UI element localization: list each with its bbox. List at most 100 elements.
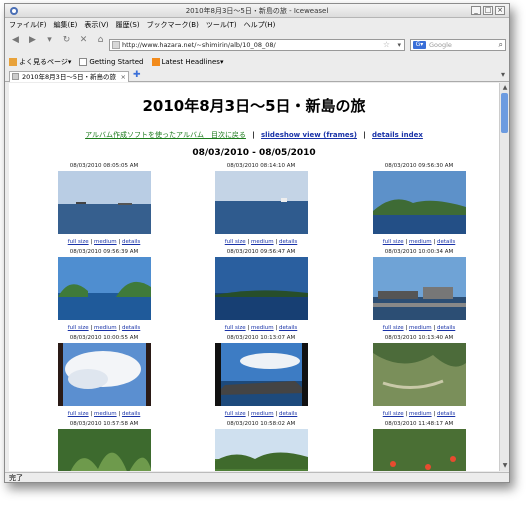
photo-cell: 08/03/2010 10:58:02 AM bbox=[181, 421, 341, 471]
menu-edit[interactable]: 編集(E) bbox=[54, 20, 78, 30]
details-link[interactable]: details bbox=[279, 239, 297, 245]
details-link[interactable]: details bbox=[122, 239, 140, 245]
photo-thumbnail[interactable] bbox=[372, 257, 466, 320]
medium-link[interactable]: medium bbox=[94, 325, 117, 331]
photo-thumbnail[interactable] bbox=[57, 343, 151, 406]
bookmark-label: よく見るページ▾ bbox=[19, 58, 72, 66]
photo-thumbnail[interactable] bbox=[214, 171, 308, 234]
full-size-link[interactable]: full size bbox=[68, 411, 89, 417]
new-tab-icon[interactable]: ✚ bbox=[133, 70, 141, 80]
photo-thumbnail[interactable] bbox=[57, 171, 151, 234]
bookmark-most-visited[interactable]: よく見るページ▾ bbox=[9, 57, 71, 67]
vertical-scrollbar[interactable]: ▲ ▼ bbox=[499, 83, 509, 471]
scroll-up-icon[interactable]: ▲ bbox=[501, 84, 509, 92]
scrollbar-thumb[interactable] bbox=[501, 93, 508, 133]
home-icon[interactable]: ⌂ bbox=[94, 34, 107, 47]
tab-favicon-icon bbox=[12, 73, 19, 80]
photo-thumbnail[interactable] bbox=[372, 343, 466, 406]
photo-thumbnail[interactable] bbox=[214, 257, 308, 320]
menu-tools[interactable]: ツール(T) bbox=[206, 20, 237, 30]
menu-bookmarks[interactable]: ブックマーク(B) bbox=[147, 20, 199, 30]
photo-thumbnail[interactable] bbox=[214, 429, 308, 471]
photo-cell: 08/03/2010 10:13:07 AM full size | mediu… bbox=[181, 335, 341, 417]
photo-thumbnail[interactable] bbox=[372, 429, 466, 471]
medium-link[interactable]: medium bbox=[409, 411, 432, 417]
page-title: 2010年8月3日〜5日・新島の旅 bbox=[142, 97, 366, 115]
photo-timestamp: 08/03/2010 09:56:39 AM bbox=[69, 249, 139, 255]
scroll-down-icon[interactable]: ▼ bbox=[501, 462, 509, 470]
photo-links: full size | medium | details bbox=[67, 325, 141, 331]
details-index-link[interactable]: details index bbox=[372, 131, 423, 139]
url-bar[interactable]: http://www.hazara.net/~shimirin/alb/10_0… bbox=[109, 39, 405, 51]
search-engine-icon[interactable]: G▾ bbox=[413, 41, 426, 49]
reload-icon[interactable]: ↻ bbox=[60, 34, 73, 47]
bookmark-star-icon[interactable]: ☆ bbox=[383, 40, 390, 50]
full-size-link[interactable]: full size bbox=[383, 411, 404, 417]
page-content: 2010年8月3日〜5日・新島の旅 アルバム作成ソフトを使ったアルバム 目次に戻… bbox=[9, 83, 499, 471]
menu-bar: ファイル(F) 編集(E) 表示(V) 履歴(S) ブックマーク(B) ツール(… bbox=[5, 18, 509, 31]
photo-timestamp: 08/03/2010 10:00:55 AM bbox=[69, 335, 139, 341]
photo-timestamp: 08/03/2010 08:05:05 AM bbox=[69, 163, 139, 169]
full-size-link[interactable]: full size bbox=[383, 239, 404, 245]
details-link[interactable]: details bbox=[437, 325, 455, 331]
tab-strip: 2010年8月3日〜5日・新島の旅 × ✚ ▾ bbox=[5, 70, 509, 82]
full-size-link[interactable]: full size bbox=[68, 325, 89, 331]
medium-link[interactable]: medium bbox=[251, 239, 274, 245]
minimize-button[interactable]: _ bbox=[471, 6, 481, 15]
search-icon[interactable]: ⌕ bbox=[499, 40, 503, 50]
link-separator: | bbox=[363, 131, 366, 139]
photo-cell: 08/03/2010 10:00:34 AM full size | mediu… bbox=[339, 249, 499, 331]
bookmark-getting-started[interactable]: Getting Started bbox=[79, 58, 144, 66]
tab-label: 2010年8月3日〜5日・新島の旅 bbox=[22, 73, 116, 81]
medium-link[interactable]: medium bbox=[94, 239, 117, 245]
photo-thumbnail[interactable] bbox=[372, 171, 466, 234]
site-favicon-icon bbox=[112, 41, 120, 49]
details-link[interactable]: details bbox=[437, 239, 455, 245]
bookmark-latest-headlines[interactable]: Latest Headlines▾ bbox=[151, 58, 223, 66]
medium-link[interactable]: medium bbox=[409, 239, 432, 245]
menu-view[interactable]: 表示(V) bbox=[84, 20, 108, 30]
full-size-link[interactable]: full size bbox=[68, 239, 89, 245]
history-dropdown-icon[interactable]: ▾ bbox=[43, 34, 56, 47]
photo-timestamp: 08/03/2010 11:48:17 AM bbox=[384, 421, 454, 427]
album-index-link[interactable]: アルバム作成ソフトを使ったアルバム 目次に戻る bbox=[85, 131, 246, 139]
url-dropdown-icon[interactable]: ▾ bbox=[397, 40, 401, 50]
slideshow-link[interactable]: slideshow view (frames) bbox=[261, 131, 357, 139]
full-size-link[interactable]: full size bbox=[225, 411, 246, 417]
photo-links: full size | medium | details bbox=[224, 325, 298, 331]
details-link[interactable]: details bbox=[122, 325, 140, 331]
menu-file[interactable]: ファイル(F) bbox=[9, 20, 47, 30]
menu-history[interactable]: 履歴(S) bbox=[116, 20, 140, 30]
full-size-link[interactable]: full size bbox=[225, 325, 246, 331]
photo-thumbnail[interactable] bbox=[57, 429, 151, 471]
search-box[interactable]: G▾ Google ⌕ bbox=[410, 39, 506, 51]
url-text: http://www.hazara.net/~shimirin/alb/10_0… bbox=[122, 41, 276, 49]
photo-thumbnail[interactable] bbox=[57, 257, 151, 320]
details-link[interactable]: details bbox=[279, 411, 297, 417]
tab-list-dropdown-icon[interactable]: ▾ bbox=[501, 70, 505, 79]
forward-icon[interactable]: ▶ bbox=[26, 34, 39, 47]
medium-link[interactable]: medium bbox=[94, 411, 117, 417]
back-icon[interactable]: ◀ bbox=[9, 34, 22, 47]
maximize-button[interactable]: □ bbox=[483, 6, 493, 15]
full-size-link[interactable]: full size bbox=[383, 325, 404, 331]
close-button[interactable]: × bbox=[495, 6, 505, 15]
title-bar: 2010年8月3日〜5日・新島の旅 - Iceweasel _ □ × bbox=[5, 4, 509, 18]
medium-link[interactable]: medium bbox=[251, 325, 274, 331]
photo-links: full size | medium | details bbox=[382, 325, 456, 331]
tab-album[interactable]: 2010年8月3日〜5日・新島の旅 × bbox=[9, 71, 129, 82]
photo-links: full size | medium | details bbox=[224, 239, 298, 245]
tab-close-icon[interactable]: × bbox=[121, 72, 126, 82]
photo-thumbnail[interactable] bbox=[214, 343, 308, 406]
menu-help[interactable]: ヘルプ(H) bbox=[244, 20, 276, 30]
medium-link[interactable]: medium bbox=[251, 411, 274, 417]
medium-link[interactable]: medium bbox=[409, 325, 432, 331]
photo-links: full size | medium | details bbox=[382, 239, 456, 245]
details-link[interactable]: details bbox=[279, 325, 297, 331]
full-size-link[interactable]: full size bbox=[225, 239, 246, 245]
folder-icon bbox=[9, 58, 17, 66]
details-link[interactable]: details bbox=[437, 411, 455, 417]
details-link[interactable]: details bbox=[122, 411, 140, 417]
photo-timestamp: 08/03/2010 08:14:10 AM bbox=[226, 163, 296, 169]
stop-icon[interactable]: ✕ bbox=[77, 34, 90, 47]
